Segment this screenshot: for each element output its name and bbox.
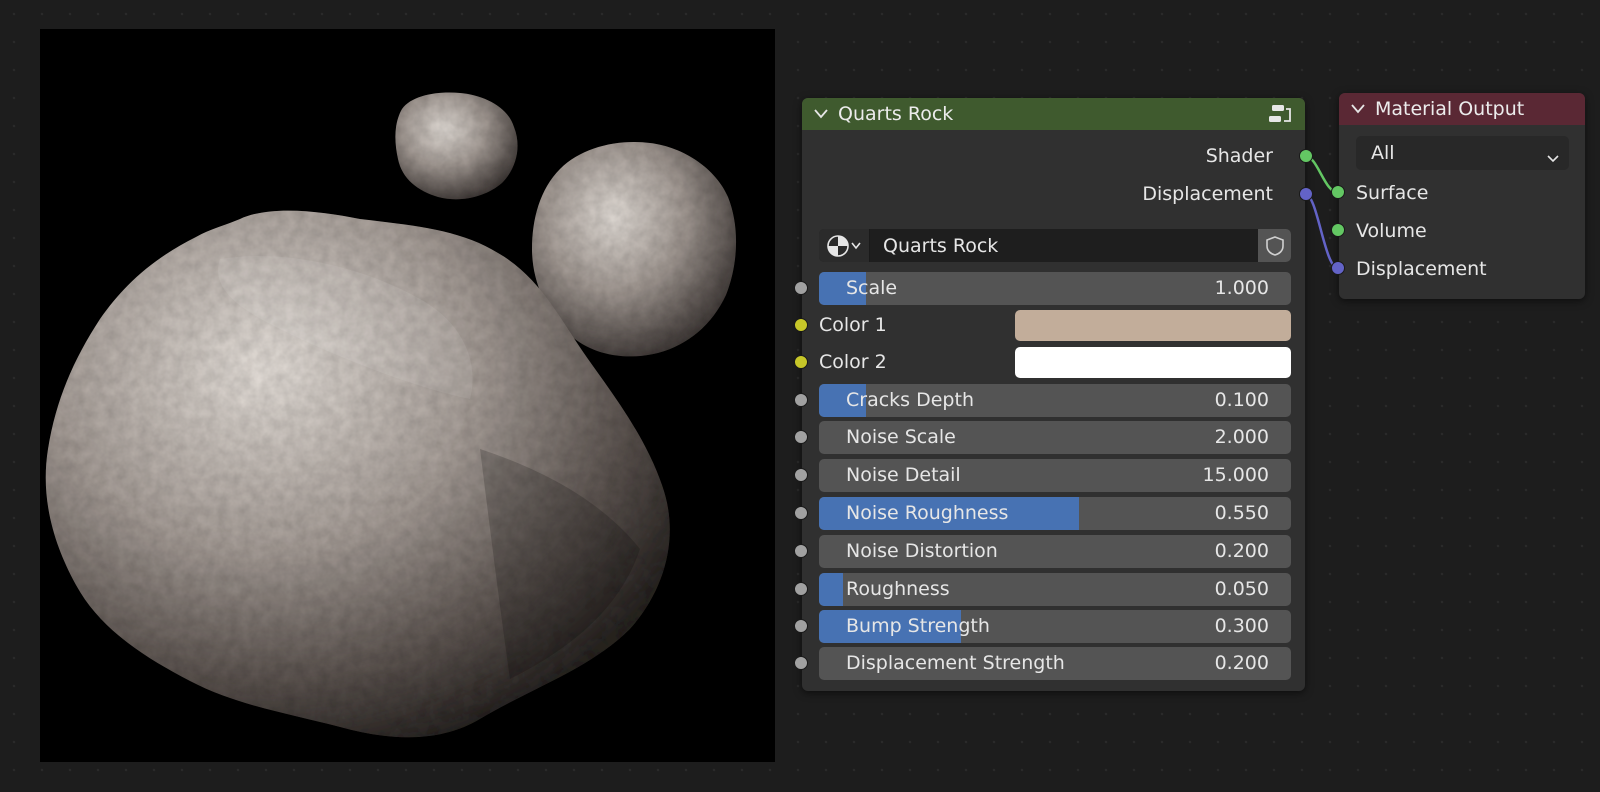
noise-distortion-label: Noise Distortion [846, 540, 998, 562]
input-roughness-socket[interactable] [794, 582, 808, 596]
chevron-down-icon [1547, 147, 1559, 169]
chevron-down-icon[interactable] [1351, 102, 1365, 116]
output-displacement: Displacement [1142, 182, 1313, 206]
input-displacement: Displacement [1331, 257, 1487, 281]
output-shader: Shader [1205, 144, 1313, 168]
output-target-value: All [1371, 142, 1395, 164]
displacement-strength-field[interactable]: Displacement Strength 0.200 [819, 647, 1291, 680]
cracks-depth-value: 0.100 [1214, 389, 1269, 411]
noise-roughness-label: Noise Roughness [846, 502, 1009, 524]
bump-strength-value: 0.300 [1214, 615, 1269, 637]
bump-strength-label: Bump Strength [846, 615, 990, 637]
material-output-title: Material Output [1375, 98, 1525, 120]
input-cracks-depth-socket[interactable] [794, 393, 808, 407]
input-surface-label: Surface [1356, 182, 1429, 204]
input-noise-roughness-socket[interactable] [794, 506, 808, 520]
input-bump-strength-socket[interactable] [794, 619, 808, 633]
noise-roughness-field[interactable]: Noise Roughness 0.550 [819, 497, 1291, 530]
cracks-depth-field[interactable]: Cracks Depth 0.100 [819, 384, 1291, 417]
render-preview-image [40, 29, 775, 762]
color-2-label: Color 2 [819, 351, 887, 373]
input-noise-scale[interactable]: Noise Scale 2.000 [794, 421, 1305, 454]
input-noise-roughness[interactable]: Noise Roughness 0.550 [794, 497, 1305, 530]
noise-scale-value: 2.000 [1214, 426, 1269, 448]
group-node-header[interactable]: Quarts Rock [802, 98, 1305, 130]
noise-detail-field[interactable]: Noise Detail 15.000 [819, 459, 1291, 492]
displacement-strength-label: Displacement Strength [846, 652, 1065, 674]
chevron-down-icon[interactable] [814, 107, 828, 121]
input-displacement-strength[interactable]: Displacement Strength 0.200 [794, 647, 1305, 680]
scale-value: 1.000 [1214, 277, 1269, 299]
scale-label: Scale [846, 277, 898, 299]
quarts-rock-group-node[interactable]: Quarts Rock Shader Displacement Quarts R… [794, 98, 1313, 691]
input-color-2-socket[interactable] [794, 355, 808, 369]
input-noise-scale-socket[interactable] [794, 430, 808, 444]
input-volume-label: Volume [1356, 220, 1427, 242]
color-1-label: Color 1 [819, 314, 887, 336]
noise-scale-label: Noise Scale [846, 426, 956, 448]
fake-user-shield-icon[interactable] [1258, 229, 1291, 262]
output-shader-label: Shader [1205, 145, 1273, 167]
cracks-depth-label: Cracks Depth [846, 389, 974, 411]
input-scale[interactable]: Scale 1.000 [794, 272, 1305, 305]
material-output-node[interactable]: Material Output All Surface Volume Displ… [1331, 93, 1585, 299]
noise-distortion-value: 0.200 [1214, 540, 1269, 562]
group-node-title: Quarts Rock [838, 103, 954, 125]
node-tree-icon [827, 234, 861, 257]
color-2-swatch[interactable] [1015, 347, 1291, 378]
displacement-strength-value: 0.200 [1214, 652, 1269, 674]
noise-roughness-value: 0.550 [1214, 502, 1269, 524]
noise-scale-field[interactable]: Noise Scale 2.000 [819, 421, 1291, 454]
input-bump-strength[interactable]: Bump Strength 0.300 [794, 610, 1305, 643]
node-group-selector[interactable]: Quarts Rock [819, 229, 1291, 262]
noise-detail-value: 15.000 [1202, 464, 1269, 486]
input-noise-detail[interactable]: Noise Detail 15.000 [794, 459, 1305, 492]
node-group-icon[interactable] [1267, 103, 1293, 132]
scale-field[interactable]: Scale 1.000 [819, 272, 1291, 305]
input-cracks-depth[interactable]: Cracks Depth 0.100 [794, 384, 1305, 417]
input-volume: Volume [1331, 219, 1427, 243]
node-tree-browse-button[interactable] [819, 229, 870, 262]
input-noise-distortion-socket[interactable] [794, 544, 808, 558]
roughness-field[interactable]: Roughness 0.050 [819, 573, 1291, 606]
input-color-2[interactable]: Color 2 [794, 346, 1305, 379]
noise-detail-label: Noise Detail [846, 464, 961, 486]
output-displacement-label: Displacement [1142, 183, 1273, 205]
input-scale-socket[interactable] [794, 281, 808, 295]
input-displacement-label: Displacement [1356, 258, 1487, 280]
input-volume-socket[interactable] [1331, 223, 1345, 237]
output-displacement-socket[interactable] [1299, 187, 1313, 201]
input-color-1[interactable]: Color 1 [794, 309, 1305, 342]
roughness-value: 0.050 [1214, 578, 1269, 600]
rock-render-illustration [45, 92, 737, 738]
input-roughness[interactable]: Roughness 0.050 [794, 573, 1305, 606]
input-displacement-socket[interactable] [1331, 261, 1345, 275]
roughness-label: Roughness [846, 578, 950, 600]
output-shader-socket[interactable] [1299, 149, 1313, 163]
small-rock-top [395, 92, 518, 200]
input-displacement-strength-socket[interactable] [794, 656, 808, 670]
input-surface-socket[interactable] [1331, 185, 1345, 199]
input-noise-distortion[interactable]: Noise Distortion 0.200 [794, 535, 1305, 568]
input-surface: Surface [1331, 181, 1429, 205]
bump-strength-field[interactable]: Bump Strength 0.300 [819, 610, 1291, 643]
color-1-swatch[interactable] [1015, 310, 1291, 341]
node-group-name-field[interactable]: Quarts Rock [870, 229, 1258, 262]
output-target-dropdown[interactable]: All [1356, 136, 1569, 170]
noise-distortion-field[interactable]: Noise Distortion 0.200 [819, 535, 1291, 568]
input-noise-detail-socket[interactable] [794, 468, 808, 482]
material-output-header[interactable]: Material Output [1339, 93, 1585, 125]
input-color-1-socket[interactable] [794, 318, 808, 332]
